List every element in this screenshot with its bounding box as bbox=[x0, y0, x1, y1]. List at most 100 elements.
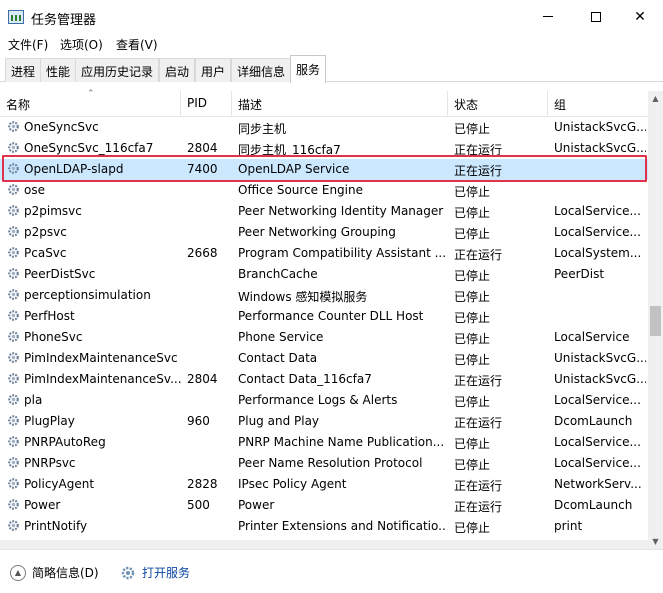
tab-details[interactable]: 详细信息 bbox=[231, 58, 292, 82]
service-gear-icon bbox=[8, 373, 19, 384]
column-group[interactable]: 组 bbox=[548, 91, 648, 117]
service-pid: 7400 bbox=[187, 162, 218, 176]
service-gear-icon bbox=[8, 478, 19, 489]
service-row[interactable]: PcaSvc 2668 Program Compatibility Assistan… bbox=[0, 243, 648, 264]
vertical-scrollbar[interactable]: ▲ ▼ bbox=[648, 91, 663, 549]
service-pid: 2804 bbox=[187, 372, 218, 386]
service-row[interactable]: perceptionsimulation Windows 感知模拟服务 已停止 bbox=[0, 285, 648, 306]
scroll-up-icon[interactable]: ▲ bbox=[648, 91, 663, 106]
menu-file[interactable]: 文件(F) bbox=[8, 36, 48, 53]
tab-processes[interactable]: 进程 bbox=[5, 58, 42, 82]
service-group: UnistackSvcG... bbox=[554, 351, 646, 365]
service-row[interactable]: Power 500 Power 正在运行 DcomLaunch bbox=[0, 495, 648, 516]
service-status: 正在运行 bbox=[454, 416, 503, 430]
service-description: OpenLDAP Service bbox=[238, 162, 350, 176]
service-row[interactable]: p2pimsvc Peer Networking Identity Manager… bbox=[0, 201, 648, 222]
service-row[interactable]: PimIndexMaintenanceSvc Contact Data 已停止 Uni… bbox=[0, 348, 648, 369]
maximize-button[interactable] bbox=[573, 0, 619, 33]
service-row[interactable]: pla Performance Logs & Alerts 已停止 LocalServ… bbox=[0, 390, 648, 411]
service-group: UnistackSvcG... bbox=[554, 120, 646, 134]
column-name[interactable]: ⌃ 名称 bbox=[0, 89, 181, 117]
menu-options[interactable]: 选项(O) bbox=[60, 36, 103, 53]
open-services-link[interactable]: 打开服务 bbox=[120, 564, 190, 581]
tab-users[interactable]: 用户 bbox=[195, 58, 232, 82]
tab-startup[interactable]: 启动 bbox=[159, 58, 196, 82]
service-status: 已停止 bbox=[454, 185, 491, 199]
service-row[interactable]: PrintNotify Printer Extensions and Notifi… bbox=[0, 516, 648, 537]
service-name: PrintNotify bbox=[24, 519, 88, 533]
service-name: perceptionsimulation bbox=[24, 288, 151, 302]
service-name: p2pimsvc bbox=[24, 204, 82, 218]
menu-view[interactable]: 查看(V) bbox=[116, 36, 158, 53]
service-row[interactable]: PeerDistSvc BranchCache 已停止 PeerDist bbox=[0, 264, 648, 285]
service-row[interactable]: OpenLDAP-slapd 7400 OpenLDAP Service 正在运行 bbox=[0, 159, 648, 180]
service-description: Performance Counter DLL Host bbox=[238, 309, 424, 323]
service-status: 已停止 bbox=[454, 269, 491, 283]
service-description: Performance Logs & Alerts bbox=[238, 393, 398, 407]
service-gear-icon bbox=[8, 331, 19, 342]
service-pid: 500 bbox=[187, 498, 210, 512]
service-row[interactable]: OneSyncSvc_116cfa7 2804 同步主机_116cfa7 正在运行 Un… bbox=[0, 138, 648, 159]
service-description: 同步主机 bbox=[238, 122, 287, 136]
service-status: 正在运行 bbox=[454, 374, 503, 388]
service-description: BranchCache bbox=[238, 267, 318, 281]
service-name: PcaSvc bbox=[24, 246, 67, 260]
service-status: 已停止 bbox=[454, 521, 491, 535]
service-description: IPsec Policy Agent bbox=[238, 477, 347, 491]
column-status[interactable]: 状态 bbox=[448, 91, 548, 117]
tab-app-history[interactable]: 应用历史记录 bbox=[75, 58, 160, 82]
service-row[interactable]: PimIndexMaintenanceSv... 2804 Contact Data… bbox=[0, 369, 648, 390]
chevron-up-icon: ▲ bbox=[10, 564, 26, 581]
service-name: OpenLDAP-slapd bbox=[24, 162, 124, 176]
column-description[interactable]: 描述 bbox=[232, 91, 448, 117]
service-description: Windows 感知模拟服务 bbox=[238, 290, 368, 304]
service-status: 已停止 bbox=[454, 290, 491, 304]
tab-bar: 进程 性能 应用历史记录 启动 用户 详细信息 服务 bbox=[0, 55, 663, 83]
service-status: 已停止 bbox=[454, 458, 491, 472]
close-button[interactable]: ✕ bbox=[617, 0, 663, 33]
service-name: ose bbox=[24, 183, 45, 197]
service-row[interactable]: PNRPsvc Peer Name Resolution Protocol 已停止 L… bbox=[0, 453, 648, 474]
column-pid[interactable]: PID bbox=[181, 91, 232, 117]
service-description: Peer Networking Identity Manager bbox=[238, 204, 444, 218]
service-status: 正在运行 bbox=[454, 248, 503, 262]
service-description: Power bbox=[238, 498, 275, 512]
service-description: Printer Extensions and Notificatio... bbox=[238, 519, 446, 533]
scroll-down-icon[interactable]: ▼ bbox=[648, 534, 663, 549]
service-status: 已停止 bbox=[454, 311, 491, 325]
service-gear-icon bbox=[8, 247, 19, 258]
service-row[interactable]: ose Office Source Engine 已停止 bbox=[0, 180, 648, 201]
service-group: LocalService... bbox=[554, 456, 641, 470]
service-row[interactable]: OneSyncSvc 同步主机 已停止 UnistackSvcG... bbox=[0, 117, 648, 138]
service-status: 已停止 bbox=[454, 206, 491, 220]
service-description: Peer Networking Grouping bbox=[238, 225, 396, 239]
service-row[interactable]: PNRPAutoReg PNRP Machine Name Publication… bbox=[0, 432, 648, 453]
service-row[interactable]: PolicyAgent 2828 IPsec Policy Agent 正在运行 Net… bbox=[0, 474, 648, 495]
service-gear-icon bbox=[8, 205, 19, 216]
column-pid-label: PID bbox=[187, 96, 208, 110]
service-gear-icon bbox=[8, 520, 19, 531]
service-name: Power bbox=[24, 498, 61, 512]
service-gear-icon bbox=[8, 499, 19, 510]
fewer-details-button[interactable]: ▲ 简略信息(D) bbox=[10, 564, 99, 581]
service-gear-icon bbox=[8, 415, 19, 426]
service-gear-icon bbox=[8, 457, 19, 468]
service-row[interactable]: PhoneSvc Phone Service 已停止 LocalService bbox=[0, 327, 648, 348]
tab-services[interactable]: 服务 bbox=[290, 55, 327, 83]
service-gear-icon bbox=[8, 268, 19, 279]
service-group: PeerDist bbox=[554, 267, 605, 281]
close-icon: ✕ bbox=[634, 8, 646, 25]
service-name: p2psvc bbox=[24, 225, 67, 239]
horizontal-scrollbar[interactable] bbox=[0, 540, 648, 549]
service-gear-icon bbox=[8, 226, 19, 237]
service-row[interactable]: PlugPlay 960 Plug and Play 正在运行 DcomLaunch bbox=[0, 411, 648, 432]
column-group-label: 组 bbox=[554, 98, 567, 112]
service-pid: 2668 bbox=[187, 246, 218, 260]
service-gear-icon bbox=[8, 394, 19, 405]
service-row[interactable]: p2psvc Peer Networking Grouping 已停止 LocalSe… bbox=[0, 222, 648, 243]
minimize-button[interactable] bbox=[525, 0, 571, 33]
tab-performance[interactable]: 性能 bbox=[40, 58, 77, 82]
service-row[interactable]: PerfHost Performance Counter DLL Host 已停止 bbox=[0, 306, 648, 327]
service-status: 已停止 bbox=[454, 122, 491, 136]
scroll-thumb[interactable] bbox=[650, 306, 661, 336]
